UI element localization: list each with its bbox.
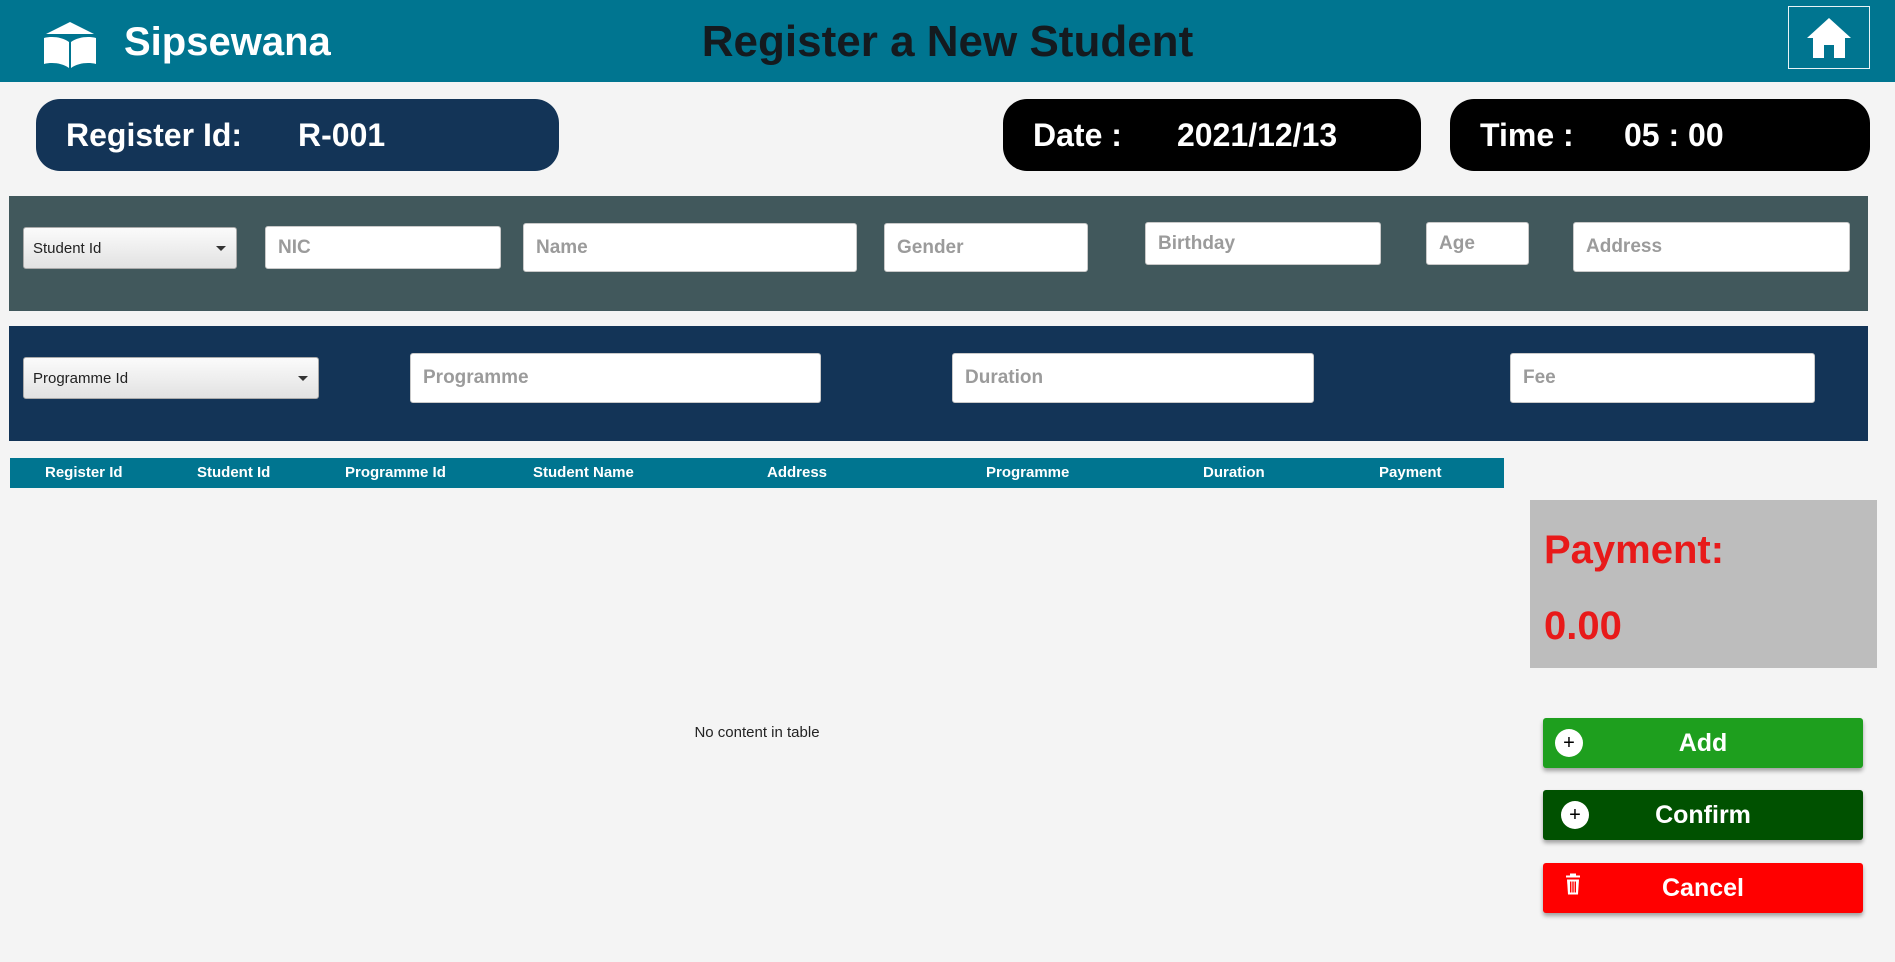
nic-placeholder: NIC: [278, 236, 311, 258]
gender-field[interactable]: Gender: [884, 223, 1088, 272]
name-field[interactable]: Name: [523, 223, 857, 272]
address-placeholder: Address: [1586, 236, 1663, 257]
fee-field[interactable]: Fee: [1510, 353, 1815, 403]
confirm-button[interactable]: + Confirm: [1543, 790, 1863, 840]
age-placeholder: Age: [1439, 232, 1475, 254]
programme-field[interactable]: Programme: [410, 353, 821, 403]
plus-circle-icon: +: [1561, 801, 1589, 829]
age-field[interactable]: Age: [1426, 222, 1529, 265]
time-label: Time :: [1480, 117, 1574, 153]
register-id-pill: Register Id: R-001: [36, 99, 559, 171]
registration-table-header: Register Id Student Id Programme Id Stud…: [10, 458, 1504, 488]
home-button[interactable]: [1788, 6, 1870, 69]
date-label: Date :: [1033, 117, 1122, 153]
payment-amount: 0.00: [1544, 604, 1622, 648]
home-icon: [1807, 18, 1851, 58]
date-pill: Date : 2021/12/13: [1003, 99, 1421, 171]
date-value: 2021/12/13: [1177, 117, 1338, 153]
add-button-label: Add: [1678, 728, 1728, 757]
add-button[interactable]: + Add: [1543, 718, 1863, 768]
fee-placeholder: Fee: [1523, 367, 1556, 388]
register-id-value: R-001: [298, 117, 386, 153]
register-id-label: Register Id:: [66, 117, 243, 153]
confirm-button-label: Confirm: [1655, 800, 1751, 829]
column-header-student-name[interactable]: Student Name: [533, 458, 634, 488]
column-header-payment[interactable]: Payment: [1379, 458, 1442, 488]
student-id-select[interactable]: Student Id: [23, 227, 237, 269]
table-empty-message: No content in table: [694, 724, 820, 741]
nic-field[interactable]: NIC: [265, 226, 501, 269]
time-value: 05 : 00: [1624, 117, 1724, 153]
birthday-placeholder: Birthday: [1158, 232, 1236, 254]
programme-id-select[interactable]: Programme Id: [23, 357, 319, 399]
duration-placeholder: Duration: [965, 367, 1044, 388]
programme-id-select-label: Programme Id: [33, 369, 129, 387]
page-title: Register a New Student: [701, 17, 1194, 66]
duration-field[interactable]: Duration: [952, 353, 1314, 403]
column-header-programme[interactable]: Programme: [986, 458, 1069, 488]
name-placeholder: Name: [536, 236, 588, 258]
trash-icon: [1563, 873, 1583, 903]
birthday-field[interactable]: Birthday: [1145, 222, 1381, 265]
chevron-down-icon: [216, 246, 226, 251]
cancel-button[interactable]: Cancel: [1543, 863, 1863, 913]
payment-label: Payment:: [1544, 528, 1725, 572]
student-id-select-label: Student Id: [33, 239, 102, 257]
cancel-button-label: Cancel: [1662, 873, 1744, 902]
chevron-down-icon: [298, 376, 308, 381]
column-header-programme-id[interactable]: Programme Id: [345, 458, 446, 488]
programme-placeholder: Programme: [423, 367, 529, 388]
time-pill: Time : 05 : 00: [1450, 99, 1870, 171]
column-header-address[interactable]: Address: [767, 458, 827, 488]
column-header-duration[interactable]: Duration: [1203, 458, 1265, 488]
gender-placeholder: Gender: [897, 236, 964, 258]
column-header-student-id[interactable]: Student Id: [197, 458, 270, 488]
address-field[interactable]: Address: [1573, 222, 1850, 272]
plus-circle-icon: +: [1555, 729, 1583, 757]
column-header-register-id[interactable]: Register Id: [45, 458, 123, 488]
